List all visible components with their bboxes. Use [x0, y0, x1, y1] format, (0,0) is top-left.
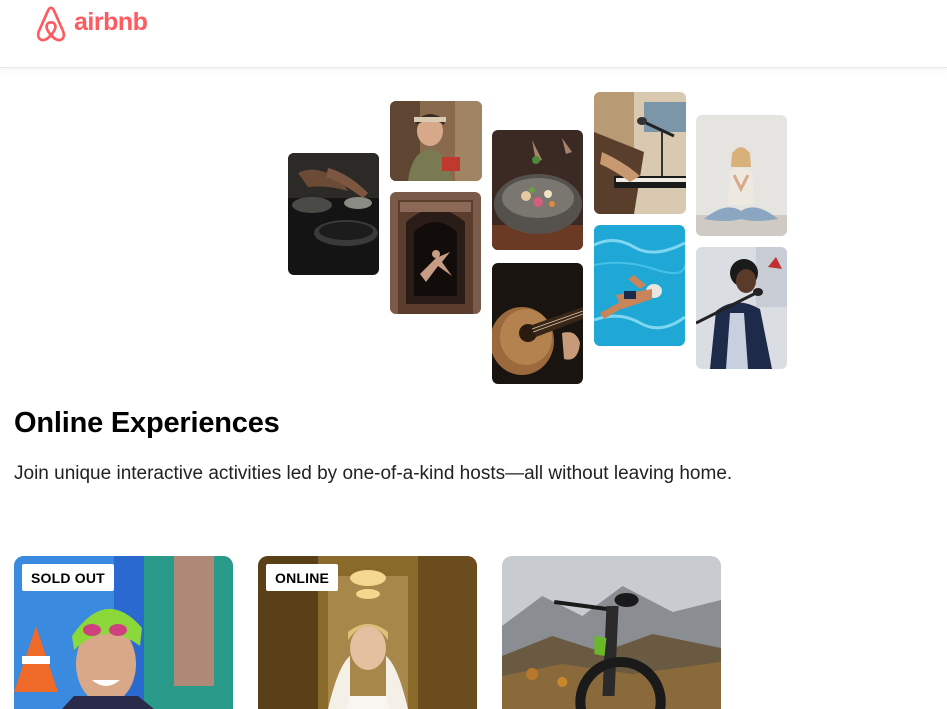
swimmer-photo — [594, 225, 685, 346]
online-badge: ONLINE — [266, 564, 339, 591]
experience-card[interactable] — [502, 556, 721, 709]
sold-out-badge: SOLD OUT — [22, 564, 114, 591]
page-subtitle: Join unique interactive activities led b… — [14, 463, 733, 484]
singer-microphone-photo — [696, 247, 787, 369]
piano-singer-photo — [594, 92, 686, 214]
dancer-doorway-photo — [390, 192, 481, 314]
airbnb-belo-icon — [36, 6, 66, 42]
food-bowl-photo — [492, 130, 583, 250]
brand-name: airbnb — [74, 7, 148, 36]
cook-woman-photo — [390, 101, 482, 181]
experience-card[interactable]: ONLINE — [258, 556, 477, 709]
mountain-bike-photo — [502, 556, 721, 709]
cooking-pan-photo — [288, 153, 379, 275]
page-title: Online Experiences — [14, 407, 280, 439]
airbnb-logo-link[interactable]: airbnb — [33, 5, 148, 43]
guitar-photo — [492, 263, 583, 384]
experience-card[interactable]: SOLD OUT — [14, 556, 233, 709]
yoga-photo — [696, 115, 787, 236]
top-header: airbnb — [0, 0, 947, 68]
